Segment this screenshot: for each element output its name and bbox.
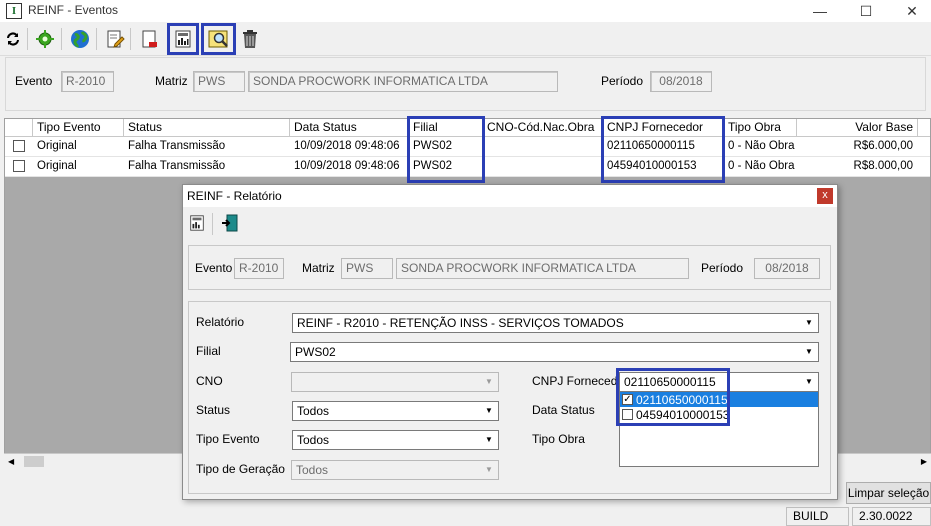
main-toolbar [0,22,931,56]
evento-field: R-2010 [61,71,114,92]
periodo-field: 08/2018 [650,71,712,92]
row-checkbox[interactable] [5,137,33,156]
tipo-geracao-value: Todos [296,463,329,477]
cell-status: Falha Transmissão [128,160,226,172]
globe-icon[interactable] [67,26,93,52]
toolbar-separator [130,28,131,50]
edit-document-icon[interactable] [102,26,128,52]
grid-header-valor-base[interactable]: Valor Base [797,119,918,136]
report-icon[interactable] [167,23,199,55]
cell-tipo-obra: 0 - Não Obra [728,160,795,172]
cell-valor-base: R$8.000,00 [853,160,913,172]
dialog-close-button[interactable]: x [817,188,833,204]
tipo-evento-label: Tipo Evento [196,432,260,446]
chevron-down-icon: ▼ [485,435,493,444]
cno-label: CNO [196,374,223,388]
filial-label: Filial [196,344,221,358]
data-status-label: Data Status [532,403,595,417]
cell-status: Falha Transmissão [128,140,226,152]
tipo-geracao-select: Todos ▼ [291,460,499,480]
evento-field: R-2010 [234,258,284,279]
cell-tipo-evento: Original [37,140,77,152]
relatorio-label: Relatório [196,315,245,329]
grid-header-tipo-obra[interactable]: Tipo Obra [724,119,797,136]
chevron-down-icon: ▼ [485,465,493,474]
dialog-title: REINF - Relatório [187,189,282,203]
cell-data-status: 10/09/2018 09:48:06 [294,160,400,172]
report-icon[interactable] [186,212,208,234]
cell-tipo-obra: 0 - Não Obra [728,140,795,152]
dialog-title-bar: REINF - Relatório x [183,185,837,207]
limpar-selecao-button[interactable]: Limpar seleção [846,482,931,504]
cell-cno [483,157,603,176]
matriz-code-field: PWS [341,258,393,279]
evento-label: Evento [15,74,53,88]
app-logo-icon: I [6,3,22,19]
chevron-down-icon: ▼ [805,347,813,356]
status-label: Status [196,403,231,417]
window-title-bar: I REINF - Eventos — ☐ ✕ [0,0,931,22]
relatorio-select[interactable]: REINF - R2010 - RETENÇÃO INSS - SERVIÇOS… [292,313,819,333]
cnpj-dialog-highlight [616,368,730,426]
row-checkbox[interactable] [5,157,33,176]
cnpj-fornecedor-label: CNPJ Fornecedor [532,374,629,388]
periodo-label: Período [601,74,644,88]
build-label: BUILD [786,507,849,526]
scroll-left-arrow-icon[interactable]: ◀ [8,457,14,466]
periodo-label: Período [701,261,744,275]
toolbar-separator [27,28,28,50]
relatorio-value: REINF - R2010 - RETENÇÃO INSS - SERVIÇOS… [297,316,624,330]
exit-door-icon[interactable] [219,212,241,234]
minimize-button[interactable]: — [797,0,843,22]
cell-valor-base: R$6.000,00 [853,140,913,152]
cnpj-highlight [601,116,725,183]
toolbar-separator [212,213,213,235]
status-value: Todos [297,404,330,418]
status-select[interactable]: Todos ▼ [292,401,499,421]
toolbar-separator [61,28,62,50]
cno-select: ▼ [291,372,499,392]
tipo-geracao-label: Tipo de Geração [196,462,285,476]
matriz-label: Matriz [155,74,188,88]
build-version: 2.30.0022 [852,507,931,526]
filial-select[interactable]: PWS02 ▼ [290,342,819,362]
matriz-label: Matriz [302,261,335,275]
grid-header-data-status[interactable]: Data Status [290,119,409,136]
close-window-button[interactable]: ✕ [889,0,931,22]
chevron-down-icon: ▼ [805,377,813,386]
tipo-obra-label: Tipo Obra [532,432,585,446]
delete-trash-icon[interactable] [237,26,263,52]
cell-tipo-evento: Original [37,160,77,172]
tipo-evento-value: Todos [297,433,330,447]
chevron-down-icon: ▼ [485,377,493,386]
tipo-evento-select[interactable]: Todos ▼ [292,430,499,450]
matriz-name-field: SONDA PROCWORK INFORMATICA LTDA [396,258,689,279]
refresh-icon[interactable] [0,26,26,52]
grid-header-tipo-evento[interactable]: Tipo Evento [33,119,124,136]
relatorio-dialog: REINF - Relatório x Evento R-2010 Matriz… [182,184,838,500]
search-icon[interactable] [201,23,236,55]
grid-header-status[interactable]: Status [124,119,290,136]
process-gear-icon[interactable] [32,26,58,52]
filial-highlight [407,116,485,183]
scroll-right-arrow-icon[interactable]: ▶ [921,457,927,466]
periodo-field: 08/2018 [754,258,820,279]
chevron-down-icon: ▼ [485,406,493,415]
grid-header-cno[interactable]: CNO-Cód.Nac.Obra [483,119,603,136]
maximize-button[interactable]: ☐ [843,0,889,22]
matriz-code-field: PWS [193,71,245,92]
window-title: REINF - Eventos [28,3,119,17]
cell-cno [483,137,603,156]
scroll-thumb[interactable] [24,456,44,467]
chevron-down-icon: ▼ [805,318,813,327]
grid-header-select [5,119,33,136]
cell-data-status: 10/09/2018 09:48:06 [294,140,400,152]
pdf-document-icon[interactable] [136,26,162,52]
toolbar-separator [96,28,97,50]
matriz-name-field: SONDA PROCWORK INFORMATICA LTDA [248,71,558,92]
filial-value: PWS02 [295,345,336,359]
evento-label: Evento [195,261,233,275]
